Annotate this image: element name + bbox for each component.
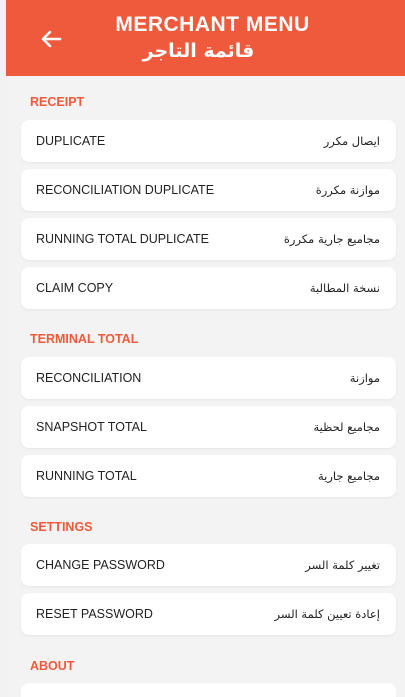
menu-item-reconciliation-duplicate[interactable]: RECONCILIATION DUPLICATE موازنة مكررة [21, 169, 396, 211]
menu-item-snapshot-total[interactable]: SNAPSHOT TOTAL مجاميع لحظية [21, 406, 396, 448]
menu-content[interactable]: RECEIPT DUPLICATE ايصال مكرر RECONCILIAT… [6, 76, 405, 697]
section-title-terminal-total: TERMINAL TOTAL [30, 332, 139, 346]
page-title-ar: قائمة التاجر [142, 40, 255, 62]
section-title-settings: SETTINGS [30, 520, 93, 534]
menu-item-change-password[interactable]: CHANGE PASSWORD تغيير كلمة السر [21, 544, 396, 586]
menu-item-running-total[interactable]: RUNNING TOTAL مجاميع جارية [21, 455, 396, 497]
menu-item-label-en: RUNNING TOTAL [36, 469, 137, 483]
menu-item-label-ar: موازنة [349, 371, 380, 385]
menu-item-label-en: CLAIM COPY [36, 281, 114, 295]
app-header: MERCHANT MENU قائمة التاجر [6, 0, 405, 76]
menu-item-label-ar: مجاميع لحظية [313, 420, 381, 434]
menu-item-label-ar: إعادة تعيين كلمة السر [274, 607, 380, 621]
menu-item-label-ar: نسخة المطالبة [309, 281, 380, 295]
section-title-receipt: RECEIPT [30, 95, 85, 109]
menu-item-label-ar: مجاميع جارية [317, 469, 380, 483]
menu-item-label-en: RESET PASSWORD [36, 607, 153, 621]
menu-item-label-en: SNAPSHOT TOTAL [36, 420, 147, 434]
section-title-about: ABOUT [30, 659, 75, 673]
about-item-partial[interactable] [21, 683, 396, 697]
menu-item-duplicate[interactable]: DUPLICATE ايصال مكرر [21, 120, 396, 162]
menu-item-reset-password[interactable]: RESET PASSWORD إعادة تعيين كلمة السر [21, 593, 396, 635]
menu-item-label-en: DUPLICATE [36, 134, 106, 148]
page-title-en: MERCHANT MENU [115, 13, 310, 36]
menu-item-label-en: CHANGE PASSWORD [36, 558, 165, 572]
menu-item-reconciliation[interactable]: RECONCILIATION موازنة [21, 357, 396, 399]
menu-item-running-total-duplicate[interactable]: RUNNING TOTAL DUPLICATE مجاميع جارية مكر… [21, 218, 396, 260]
menu-item-label-en: RECONCILIATION [36, 371, 142, 385]
menu-item-claim-copy[interactable]: CLAIM COPY نسخة المطالبة [21, 267, 396, 309]
menu-item-label-en: RECONCILIATION DUPLICATE [36, 183, 215, 197]
menu-item-label-ar: موازنة مكررة [315, 183, 380, 197]
menu-item-label-en: RUNNING TOTAL DUPLICATE [36, 232, 209, 246]
menu-item-label-ar: تغيير كلمة السر [305, 558, 380, 572]
menu-item-label-ar: مجاميع جارية مكررة [283, 232, 380, 246]
menu-item-label-ar: ايصال مكرر [323, 134, 380, 148]
